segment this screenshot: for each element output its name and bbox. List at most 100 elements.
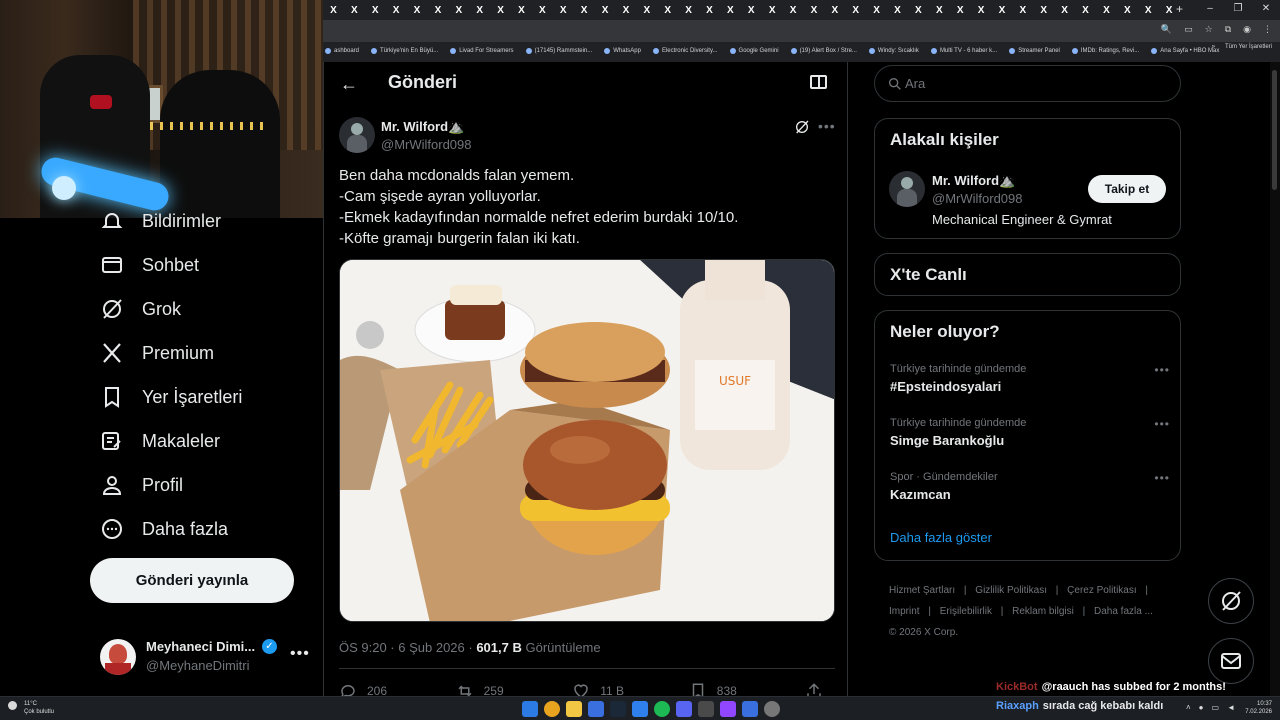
show-more-link[interactable]: Daha fazla göster — [890, 530, 992, 545]
trend-more-icon[interactable]: ••• — [1154, 363, 1170, 377]
sidebar-item-notifications[interactable]: Bildirimler — [100, 206, 221, 236]
tweet-photo[interactable]: USUF — [339, 259, 835, 622]
trend-more-icon[interactable]: ••• — [1154, 417, 1170, 431]
folder-icon[interactable] — [566, 701, 582, 717]
spotify-icon[interactable] — [654, 701, 670, 717]
sidebar-item-grok[interactable]: Grok — [100, 294, 181, 324]
imprint-link[interactable]: Imprint — [889, 606, 920, 617]
bookmark-button[interactable]: 838 — [689, 682, 806, 696]
follow-button[interactable]: Takip et — [1088, 175, 1166, 203]
chevron-up-icon[interactable]: ˄ — [1186, 703, 1191, 712]
browser-tab[interactable]: X — [323, 1, 344, 19]
more-footer-link[interactable]: Daha fazla ... — [1094, 606, 1153, 617]
browser-tab[interactable]: X — [407, 1, 428, 19]
grok-explain-icon[interactable] — [794, 119, 810, 135]
minimize-button[interactable]: – — [1196, 0, 1224, 20]
bookmarks-overflow[interactable]: » — [1212, 44, 1215, 50]
account-more-icon[interactable]: ••• — [290, 645, 310, 663]
browser-tab[interactable]: X — [469, 1, 490, 19]
bookmark-item[interactable]: ashboard — [325, 48, 359, 54]
sidebar-item-premium[interactable]: Premium — [100, 338, 214, 368]
zoom-icon[interactable]: 🔍 — [1161, 24, 1172, 35]
browser-tab[interactable]: X — [1096, 1, 1117, 19]
account-switcher[interactable]: Meyhaneci Dimi... ✓ @MeyhaneDimitri ••• — [100, 633, 310, 683]
live-card[interactable]: X'te Canlı — [874, 253, 1181, 296]
privacy-link[interactable]: Gizlilik Politikası — [975, 585, 1047, 596]
app-icon[interactable] — [720, 701, 736, 717]
reader-mode-icon[interactable] — [810, 75, 827, 89]
sidebar-item-profile[interactable]: Profil — [100, 470, 183, 500]
browser-tab[interactable]: X — [887, 1, 908, 19]
search-input[interactable]: Ara — [874, 65, 1181, 102]
bookmark-item[interactable]: (17145) Rammstein... — [525, 48, 592, 54]
cast-icon[interactable]: ▭ — [1184, 24, 1193, 35]
browser-tab[interactable]: X — [929, 1, 950, 19]
browser-tab[interactable]: X — [741, 1, 762, 19]
related-avatar[interactable] — [889, 171, 925, 207]
volume-icon[interactable]: ◄ — [1227, 703, 1235, 712]
reply-button[interactable]: 206 — [339, 682, 456, 696]
browser-tab[interactable]: X — [950, 1, 971, 19]
browser-tab[interactable]: X — [762, 1, 783, 19]
browser-tab[interactable]: X — [532, 1, 553, 19]
post-more-icon[interactable]: ••• — [818, 118, 836, 134]
app-icon[interactable] — [632, 701, 648, 717]
trend-item[interactable]: Spor · Gündemdekiler Kazımcan ••• — [890, 471, 1170, 502]
browser-tab[interactable]: X — [615, 1, 636, 19]
like-button[interactable]: 11 B — [572, 682, 689, 696]
address-bar[interactable]: 🔍 ▭ ☆ ⧉ ◉ ⋮ — [323, 20, 1280, 42]
bookmark-item[interactable]: Google Gemini — [729, 48, 779, 54]
browser-tab[interactable]: X — [574, 1, 595, 19]
share-button[interactable] — [805, 682, 835, 696]
browser-tab[interactable]: X — [1012, 1, 1033, 19]
post-timestamp[interactable]: ÖS 9:20 · 6 Şub 2026 · — [339, 640, 476, 655]
browser-tab[interactable]: X — [1033, 1, 1054, 19]
browser-tab[interactable]: X — [1117, 1, 1138, 19]
scrollbar[interactable] — [1270, 62, 1280, 696]
author-handle[interactable]: @MrWilford098 — [381, 137, 472, 152]
close-window-button[interactable]: ✕ — [1252, 0, 1280, 20]
browser-tab[interactable]: X — [427, 1, 448, 19]
messages-fab[interactable] — [1208, 638, 1254, 684]
browser-tab[interactable]: X — [657, 1, 678, 19]
bookmark-item[interactable]: WhatsApp — [604, 48, 641, 54]
bookmark-item[interactable]: Electronic Diversity... — [652, 48, 718, 54]
browser-tab[interactable]: X — [845, 1, 866, 19]
browser-tab[interactable]: X — [720, 1, 741, 19]
bookmark-item[interactable]: Livad For Streamers — [450, 48, 514, 54]
bookmark-item[interactable]: Streamer Panel — [1009, 48, 1060, 54]
menu-icon[interactable]: ⋮ — [1263, 24, 1272, 35]
browser-tab[interactable]: X — [992, 1, 1013, 19]
browser-tab[interactable]: X — [803, 1, 824, 19]
weather-widget[interactable]: 11°C Çok bulutlu — [8, 700, 54, 716]
browser-tab[interactable]: X — [448, 1, 469, 19]
cookie-link[interactable]: Çerez Politikası — [1067, 585, 1136, 596]
sidebar-item-bookmarks[interactable]: Yer İşaretleri — [100, 382, 242, 412]
accessibility-link[interactable]: Erişilebilirlik — [940, 606, 992, 617]
browser-tab[interactable]: X — [824, 1, 845, 19]
network-icon[interactable]: ▭ — [1212, 703, 1220, 712]
bookmark-item[interactable]: Ana Sayfa • HBO Max — [1151, 48, 1219, 54]
browser-tab[interactable]: X — [971, 1, 992, 19]
browser-tab[interactable]: X — [595, 1, 616, 19]
all-bookmarks[interactable]: » Tüm Yer İşaretleri — [1212, 44, 1272, 50]
grok-fab[interactable] — [1208, 578, 1254, 624]
browser-tab[interactable]: X — [365, 1, 386, 19]
browser-tab[interactable]: X — [866, 1, 887, 19]
app-icon[interactable] — [764, 701, 780, 717]
browser-tab[interactable]: X — [490, 1, 511, 19]
browser-tab[interactable]: X — [783, 1, 804, 19]
windows-start-icon[interactable] — [522, 701, 538, 717]
repost-button[interactable]: 259 — [456, 682, 573, 696]
post-button[interactable]: Gönderi yayınla — [90, 558, 294, 603]
related-handle[interactable]: @MrWilford098 — [932, 191, 1023, 206]
browser-tab[interactable]: X — [553, 1, 574, 19]
browser-tab[interactable]: X — [636, 1, 657, 19]
extensions-icon[interactable]: ⧉ — [1225, 24, 1231, 35]
trend-item[interactable]: Türkiye tarihinde gündemde #Epsteindosya… — [890, 363, 1170, 394]
browser-tab[interactable]: X — [511, 1, 532, 19]
browser-tab[interactable]: X — [908, 1, 929, 19]
app-icon[interactable] — [742, 701, 758, 717]
sidebar-item-articles[interactable]: Makaleler — [100, 426, 220, 456]
browser-tab[interactable]: X — [678, 1, 699, 19]
